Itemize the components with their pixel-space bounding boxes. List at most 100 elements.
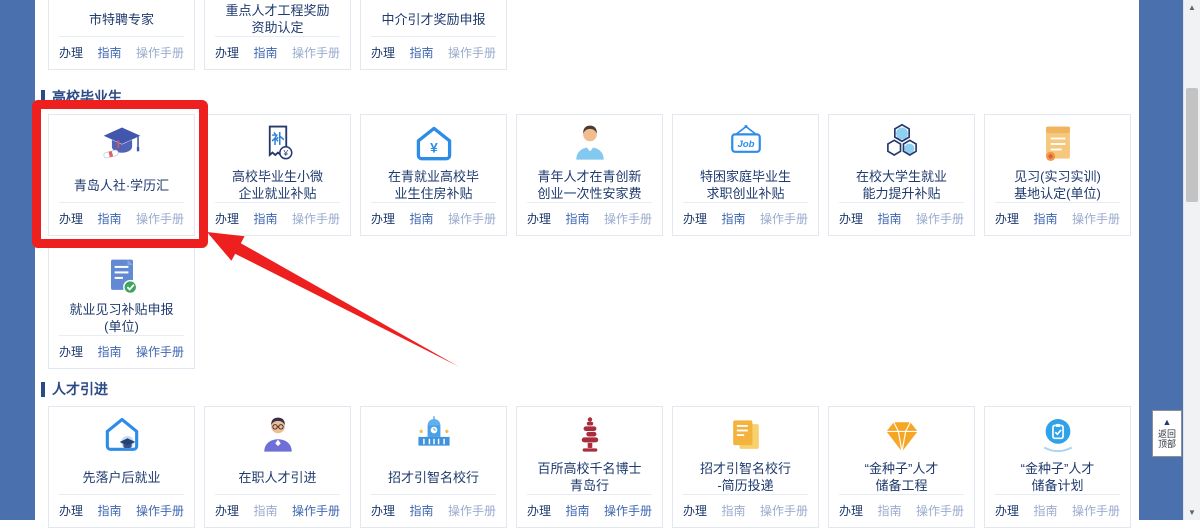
back-to-top-button[interactable]: ▲ 返回 顶部	[1152, 410, 1182, 457]
card-title: 就业见习补贴申报 (单位)	[49, 300, 194, 336]
guide-link[interactable]: 指南	[1033, 210, 1057, 227]
house-graduate-icon	[49, 413, 194, 459]
manual-link[interactable]: 操作手册	[136, 502, 184, 519]
guide-link[interactable]: 指南	[97, 44, 121, 61]
card-title: 在职人才引进	[205, 459, 350, 495]
apply-link[interactable]: 办理	[839, 502, 863, 519]
service-card-jianxi-butie: 就业见习补贴申报 (单位) 办理 指南 操作手册	[48, 247, 195, 369]
scrollbar[interactable]: ▲ ▼	[1183, 0, 1200, 520]
manual-link[interactable]: 操作手册	[1072, 502, 1120, 519]
card-title: 青年人才在青创新 创业一次性安家费	[517, 167, 662, 203]
card-title: 中介引才奖励申报	[361, 1, 506, 37]
apply-link[interactable]: 办理	[59, 210, 83, 227]
guide-link[interactable]: 指南	[97, 210, 121, 227]
apply-link[interactable]: 办理	[59, 502, 83, 519]
service-card-zhongdian-rencai: 重点人才工程奖励 资助认定 办理 指南 操作手册	[204, 0, 351, 70]
guide-link[interactable]: 指南	[409, 210, 433, 227]
manual-link[interactable]: 操作手册	[292, 210, 340, 227]
row-talent: 先落户后就业 办理 指南 操作手册 在职人才引进 办理 指南 操作手册	[48, 406, 1131, 528]
apply-link[interactable]: 办理	[527, 502, 551, 519]
manual-link[interactable]: 操作手册	[916, 502, 964, 519]
guide-link[interactable]: 指南	[877, 210, 901, 227]
manual-link[interactable]: 操作手册	[604, 502, 652, 519]
service-card-zhufang-butie: ¥ 在青就业高校毕 业生住房补贴 办理 指南 操作手册	[360, 114, 507, 236]
svg-text:补: 补	[270, 132, 284, 147]
guide-link[interactable]: 指南	[97, 343, 121, 360]
card-title: 招才引智名校行 -简历投递	[673, 459, 818, 495]
up-triangle-icon: ▲	[1163, 418, 1172, 427]
gold-diamond-icon	[829, 413, 974, 459]
section-header-graduates: 高校毕业生	[41, 87, 122, 107]
apply-link[interactable]: 办理	[215, 502, 239, 519]
service-card-xiaowei-butie: 补 ¥ 高校毕业生小微 企业就业补贴 办理 指南 操作手册	[204, 114, 351, 236]
section-bar	[41, 90, 45, 105]
manual-link[interactable]: 操作手册	[1072, 210, 1120, 227]
apply-link[interactable]: 办理	[527, 210, 551, 227]
apply-link[interactable]: 办理	[839, 210, 863, 227]
scrollbar-thumb[interactable]	[1186, 88, 1198, 202]
guide-link[interactable]: 指南	[409, 502, 433, 519]
certificate-scroll-icon	[985, 121, 1130, 167]
apply-link[interactable]: 办理	[371, 210, 395, 227]
manual-link[interactable]: 操作手册	[760, 210, 808, 227]
guide-link[interactable]: 指南	[565, 502, 589, 519]
guide-link[interactable]: 指南	[409, 44, 433, 61]
service-card-jinzhongzi-gongcheng: “金种子”人才 储备工程 办理 指南 操作手册	[828, 406, 975, 528]
manual-link[interactable]: 操作手册	[136, 44, 184, 61]
guide-link[interactable]: 指南	[253, 44, 277, 61]
service-card-boshi-qingdaoxing: 百所高校千名博士 青岛行 办理 指南 操作手册	[516, 406, 663, 528]
guide-link[interactable]: 指南	[565, 210, 589, 227]
apply-link[interactable]: 办理	[215, 210, 239, 227]
apply-link[interactable]: 办理	[371, 44, 395, 61]
job-sign-icon: Job	[673, 121, 818, 167]
card-title: 在青就业高校毕 业生住房补贴	[361, 167, 506, 203]
manual-link[interactable]: 操作手册	[448, 502, 496, 519]
manual-link[interactable]: 操作手册	[760, 502, 808, 519]
manual-link[interactable]: 操作手册	[136, 343, 184, 360]
guide-link[interactable]: 指南	[97, 502, 121, 519]
apply-link[interactable]: 办理	[59, 343, 83, 360]
school-building-icon	[361, 413, 506, 459]
house-yen-icon: ¥	[361, 121, 506, 167]
guide-link[interactable]: 指南	[253, 210, 277, 227]
card-title: “金种子”人才 储备工程	[829, 459, 974, 495]
apply-link[interactable]: 办理	[995, 502, 1019, 519]
annotation-arrow-icon	[195, 224, 470, 376]
apply-link[interactable]: 办理	[215, 44, 239, 61]
card-title: 百所高校千名博士 青岛行	[517, 459, 662, 495]
manual-link[interactable]: 操作手册	[292, 502, 340, 519]
apply-link[interactable]: 办理	[683, 502, 707, 519]
scroll-up-icon[interactable]: ▲	[1184, 3, 1200, 12]
guide-link[interactable]: 指南	[877, 502, 901, 519]
manual-link[interactable]: 操作手册	[604, 210, 652, 227]
svg-text:Job: Job	[737, 139, 754, 150]
card-title: 见习(实习实训) 基地认定(单位)	[985, 167, 1130, 203]
service-card-zhongjie-yincai: 中介引才奖励申报 办理 指南 操作手册	[360, 0, 507, 70]
apply-link[interactable]: 办理	[995, 210, 1019, 227]
back-to-top-label-1: 返回	[1158, 429, 1176, 439]
service-card-tekun-jiating: Job 特困家庭毕业生 求职创业补贴 办理 指南 操作手册	[672, 114, 819, 236]
resume-documents-icon	[673, 413, 818, 459]
section-title: 高校毕业生	[52, 87, 122, 107]
guide-link[interactable]: 指南	[721, 502, 745, 519]
guide-link[interactable]: 指南	[1033, 502, 1057, 519]
scroll-down-icon[interactable]: ▼	[1184, 508, 1200, 517]
svg-text:¥: ¥	[282, 149, 288, 158]
clipboard-badge-icon	[985, 413, 1130, 459]
guide-link[interactable]: 指南	[721, 210, 745, 227]
card-title: 先落户后就业	[49, 459, 194, 495]
service-card-jidi-rending: 见习(实习实训) 基地认定(单位) 办理 指南 操作手册	[984, 114, 1131, 236]
apply-link[interactable]: 办理	[59, 44, 83, 61]
guide-link[interactable]: 指南	[253, 502, 277, 519]
service-card-nengli-tisheng: 在校大学生就业 能力提升补贴 办理 指南 操作手册	[828, 114, 975, 236]
apply-link[interactable]: 办理	[371, 502, 395, 519]
section-header-talent: 人才引进	[41, 379, 108, 399]
manual-link[interactable]: 操作手册	[136, 210, 184, 227]
svg-text:¥: ¥	[430, 140, 438, 155]
manual-link[interactable]: 操作手册	[916, 210, 964, 227]
card-title: 特困家庭毕业生 求职创业补贴	[673, 167, 818, 203]
manual-link[interactable]: 操作手册	[448, 44, 496, 61]
manual-link[interactable]: 操作手册	[292, 44, 340, 61]
apply-link[interactable]: 办理	[683, 210, 707, 227]
manual-link[interactable]: 操作手册	[448, 210, 496, 227]
